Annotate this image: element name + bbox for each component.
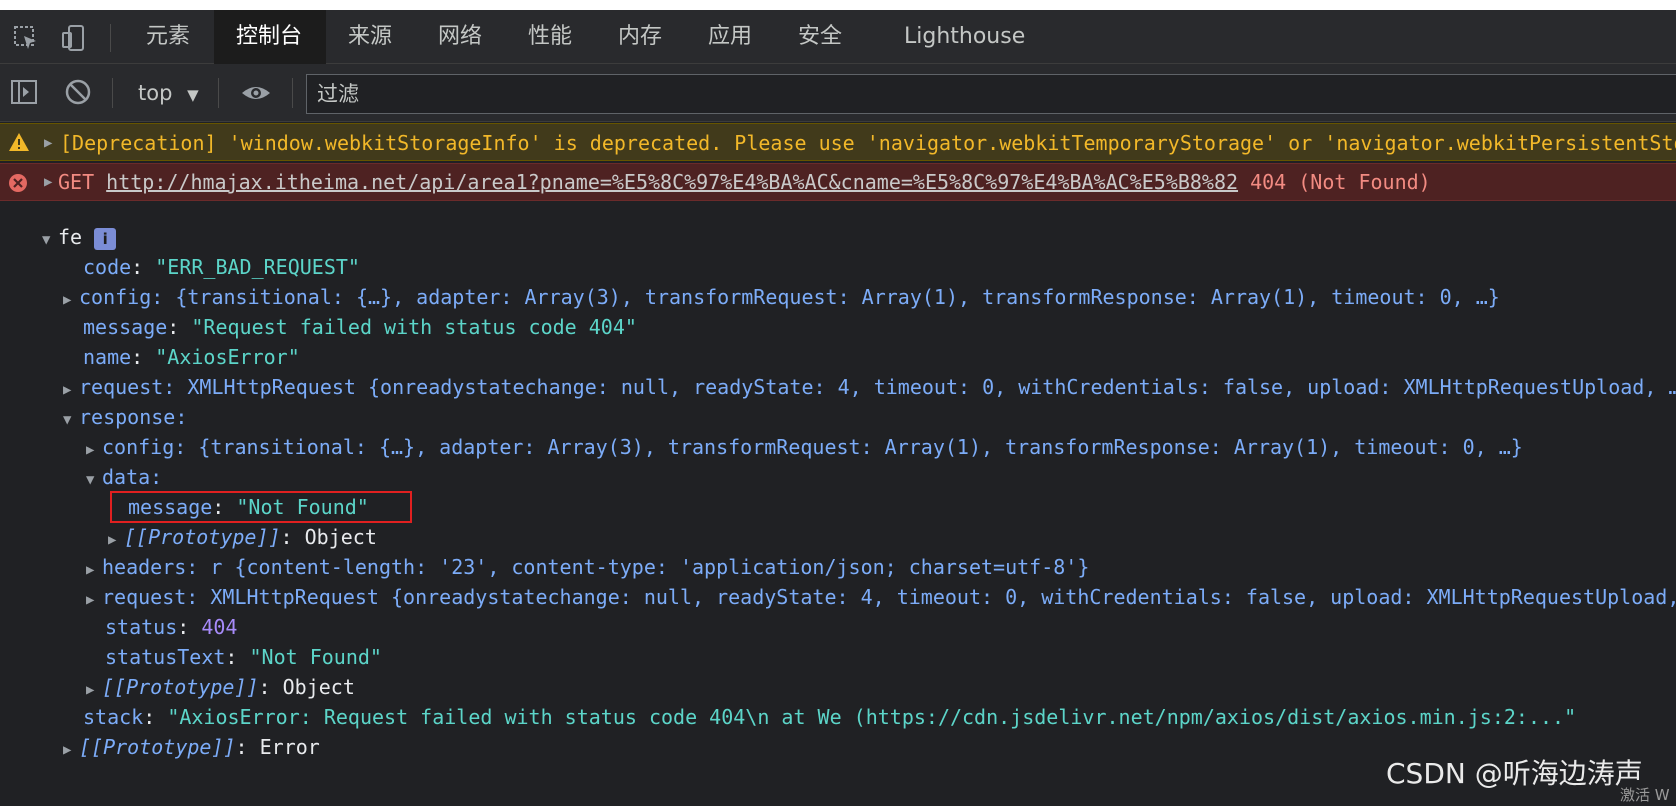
expand-triangle-icon[interactable]: ▶ [63, 284, 79, 316]
dropdown-arrow-icon: ▼ [187, 86, 199, 104]
tree-property-message: message: "Request failed with status cod… [83, 315, 637, 339]
tree-response-headers[interactable]: ▶ headers: r {content-length: '23', conte… [86, 551, 1089, 583]
sidebar-toggle-icon[interactable] [10, 78, 38, 106]
expand-triangle-icon[interactable]: ▶ [44, 124, 60, 160]
tab-performance[interactable]: 性能 [506, 10, 594, 64]
tab-lighthouse[interactable]: Lighthouse [882, 10, 1047, 64]
error-url-link[interactable]: http://hmajax.itheima.net/api/area1?pnam… [106, 170, 1238, 194]
error-icon [9, 174, 27, 192]
warning-text: [Deprecation] 'window.webkitStorageInfo'… [60, 131, 1676, 155]
tree-response-request[interactable]: ▶ request: XMLHttpRequest {onreadystatech… [86, 581, 1676, 613]
divider [110, 24, 111, 52]
tree-response-status: status: 404 [105, 615, 238, 639]
console-warning-row[interactable]: ▶ [Deprecation] 'window.webkitStorageInf… [0, 123, 1676, 161]
tab-memory[interactable]: 内存 [596, 10, 684, 64]
tree-property-request[interactable]: ▶ request: XMLHttpRequest {onreadystatech… [63, 371, 1676, 403]
device-toolbar-icon[interactable] [60, 24, 88, 52]
tree-property-response[interactable]: ▼ response: [63, 401, 187, 433]
tree-property-code: code: "ERR_BAD_REQUEST" [83, 255, 360, 279]
tree-root-prototype[interactable]: ▶ [[Prototype]]: Error [63, 731, 320, 763]
tree-root[interactable]: ▼ fe i [42, 221, 117, 256]
tree-response-statustext: statusText: "Not Found" [105, 645, 382, 669]
filter-input[interactable]: 过滤 [306, 74, 1676, 114]
activate-windows-text: 激活 W [1620, 786, 1670, 804]
expand-triangle-icon[interactable]: ▶ [63, 734, 79, 766]
expand-triangle-icon[interactable]: ▶ [86, 584, 102, 616]
tree-property-stack: stack: "AxiosError: Request failed with … [83, 705, 1577, 729]
console-error-row[interactable]: ▶ GET http://hmajax.itheima.net/api/area… [0, 163, 1676, 201]
top-strip [0, 0, 1676, 10]
tab-network[interactable]: 网络 [416, 10, 504, 64]
tab-security[interactable]: 安全 [776, 10, 864, 64]
collapse-triangle-icon[interactable]: ▼ [86, 464, 102, 496]
tree-response-config[interactable]: ▶ config: {transitional: {…}, adapter: Ar… [86, 431, 1523, 463]
collapse-triangle-icon[interactable]: ▼ [42, 224, 58, 256]
tab-elements[interactable]: 元素 [124, 10, 212, 64]
collapse-triangle-icon[interactable]: ▼ [63, 404, 79, 436]
tree-property-name: name: "AxiosError" [83, 345, 300, 369]
warning-icon [9, 133, 29, 151]
tab-application[interactable]: 应用 [686, 10, 774, 64]
inspect-element-icon[interactable] [12, 24, 40, 52]
root-object-name: fe [58, 225, 83, 249]
tab-console[interactable]: 控制台 [214, 10, 326, 64]
error-method: GET [58, 170, 95, 194]
tree-data-prototype[interactable]: ▶ [[Prototype]]: Object [108, 521, 377, 553]
devtools-tab-bar: 元素 控制台 来源 网络 性能 内存 应用 安全 Lighthouse [0, 10, 1676, 64]
divider [218, 78, 219, 108]
error-status: 404 (Not Found) [1250, 170, 1431, 194]
live-expression-eye-icon[interactable] [240, 79, 272, 107]
divider [112, 78, 113, 108]
info-icon[interactable]: i [94, 227, 117, 250]
context-label: top [138, 81, 173, 105]
tree-property-config[interactable]: ▶ config: {transitional: {…}, adapter: Ar… [63, 281, 1500, 313]
console-toolbar: top ▼ 过滤 [0, 64, 1676, 122]
watermark: CSDN @听海边涛声 [1386, 757, 1643, 790]
context-selector[interactable]: top ▼ [138, 64, 199, 122]
tab-sources[interactable]: 来源 [326, 10, 414, 64]
clear-console-icon[interactable] [64, 78, 92, 106]
tree-response-prototype[interactable]: ▶ [[Prototype]]: Object [86, 671, 355, 703]
divider [292, 78, 293, 108]
highlight-box [110, 491, 412, 523]
tree-response-data[interactable]: ▼ data: [86, 461, 162, 493]
